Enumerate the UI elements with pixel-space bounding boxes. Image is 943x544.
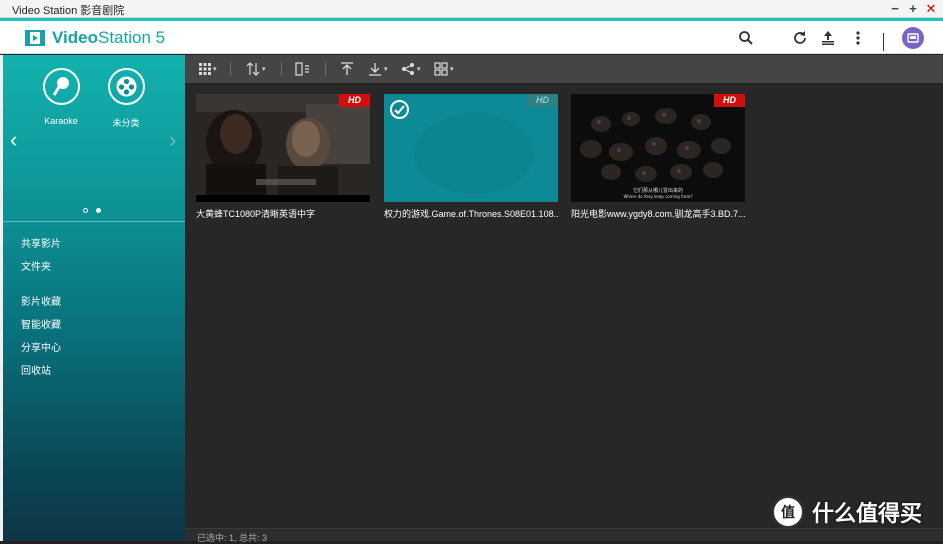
video-card[interactable]: 它们那从哪儿冒出来的 Where do they keep coming fro… [571, 94, 745, 220]
video-thumbnail-image: 它们那从哪儿冒出来的 Where do they keep coming fro… [571, 94, 745, 202]
window-controls: − + ✕ [889, 0, 937, 17]
nav-share-center[interactable]: 分享中心 [21, 339, 61, 354]
film-logo-icon [25, 30, 45, 46]
dropdown-caret: ▾ [417, 66, 421, 73]
video-title: 权力的游戏.Game.of.Thrones.S08E01.108... [384, 209, 558, 219]
sidebar-divider [3, 221, 185, 222]
nav-smart-collections[interactable]: 智能收藏 [21, 316, 61, 331]
video-title: 阳光电影www.ygdy8.com.驯龙高手3.BD.7... [571, 209, 745, 219]
app-title-bold: Video [52, 28, 98, 47]
dropdown-caret: ▾ [450, 66, 454, 73]
watermark-logo-icon: 值 [772, 496, 804, 528]
sort-icon [246, 62, 260, 76]
hd-badge: HD [714, 94, 745, 107]
chevron-right-icon[interactable]: › [169, 127, 176, 153]
upload-button[interactable] [340, 61, 354, 77]
more-actions-button[interactable]: ▾ [434, 61, 454, 77]
apps-icon [434, 62, 448, 76]
app-header: VideoStation 5 [0, 21, 943, 54]
video-grid: HD 大黄蜂TC1080P清晰英语中字 HD 权力的游戏.Game.of.Thr… [185, 83, 943, 528]
close-button[interactable]: ✕ [925, 0, 937, 17]
header-divider [883, 33, 884, 51]
video-thumbnail-image [196, 94, 370, 202]
search-icon[interactable] [738, 30, 754, 46]
dropdown-caret: ▾ [213, 66, 217, 73]
refresh-icon[interactable] [792, 30, 808, 46]
watermark-text: 什么值得买 [812, 501, 923, 526]
nav-folders[interactable]: 文件夹 [21, 258, 51, 273]
user-avatar-icon [907, 33, 919, 43]
window-title: Video Station 影音剧院 [12, 5, 125, 17]
selected-check-icon[interactable] [390, 100, 409, 119]
nav-collections[interactable]: 影片收藏 [21, 293, 61, 308]
content-toolbar: ▾ ▾ ▾ ▾ ▾ [185, 55, 943, 83]
microphone-icon [42, 68, 80, 105]
category-label: Karaoke [44, 116, 78, 126]
nav-shared-videos[interactable]: 共享影片 [21, 235, 61, 250]
sort-button[interactable]: ▾ [246, 61, 266, 77]
carousel-dots [83, 208, 101, 213]
category-karaoke[interactable]: Karaoke [31, 68, 91, 126]
svg-text:值: 值 [781, 504, 795, 521]
dropdown-caret: ▾ [384, 66, 388, 73]
video-title: 大黄蜂TC1080P清晰英语中字 [196, 209, 316, 219]
video-thumbnail[interactable]: HD [384, 94, 558, 202]
upload-tasks-icon[interactable] [820, 30, 836, 46]
status-bar: 已选中: 1, 总共: 3 [185, 528, 943, 543]
subtitle-line1: 它们那从哪儿冒出来的 [633, 187, 683, 194]
status-text: 已选中: 1, 总共: 3 [197, 533, 268, 543]
hd-badge: HD [339, 94, 370, 107]
select-icon [295, 62, 309, 76]
more-options-icon[interactable] [850, 30, 866, 46]
minimize-button[interactable]: − [889, 0, 901, 17]
carousel-dot-active[interactable] [96, 208, 101, 213]
hd-badge: HD [527, 94, 558, 107]
carousel-dot[interactable] [83, 208, 88, 213]
video-thumbnail[interactable]: 它们那从哪儿冒出来的 Where do they keep coming fro… [571, 94, 745, 202]
download-icon [369, 63, 381, 76]
select-all-button[interactable] [295, 61, 311, 77]
toolbar-separator [325, 62, 326, 76]
category-label: 未分类 [112, 118, 140, 128]
sidebar: Karaoke 未分类 ‹ › 共享影片 文件夹 影片收藏 智能收藏 分享中心 … [3, 55, 185, 541]
upload-icon [341, 62, 353, 75]
subtitle-line2: Where do they keep coming from? [623, 194, 692, 199]
app-title: VideoStation 5 [52, 28, 165, 48]
window-titlebar: Video Station 影音剧院 − + ✕ [0, 0, 943, 18]
user-avatar[interactable] [902, 27, 924, 49]
share-button[interactable]: ▾ [401, 61, 421, 77]
video-card[interactable]: HD 大黄蜂TC1080P清晰英语中字 [196, 94, 370, 220]
watermark: 值 什么值得买 [772, 496, 922, 528]
toolbar-separator [230, 62, 231, 76]
film-reel-icon [107, 68, 145, 105]
toolbar-separator [281, 62, 282, 76]
view-mode-button[interactable]: ▾ [199, 61, 217, 77]
dropdown-caret: ▾ [262, 66, 266, 73]
app-title-rest: Station 5 [97, 28, 166, 47]
maximize-button[interactable]: + [907, 0, 919, 17]
download-button[interactable]: ▾ [368, 61, 388, 77]
share-icon [402, 63, 414, 75]
nav-recycle-bin[interactable]: 回收站 [21, 362, 51, 377]
video-thumbnail[interactable]: HD [196, 94, 370, 202]
category-uncategorized[interactable]: 未分类 [96, 68, 156, 129]
grid-view-icon [199, 63, 211, 75]
video-thumbnail-image [384, 94, 558, 202]
video-card-selected[interactable]: HD 权力的游戏.Game.of.Thrones.S08E01.108... [384, 94, 558, 220]
chevron-left-icon[interactable]: ‹ [10, 127, 17, 153]
